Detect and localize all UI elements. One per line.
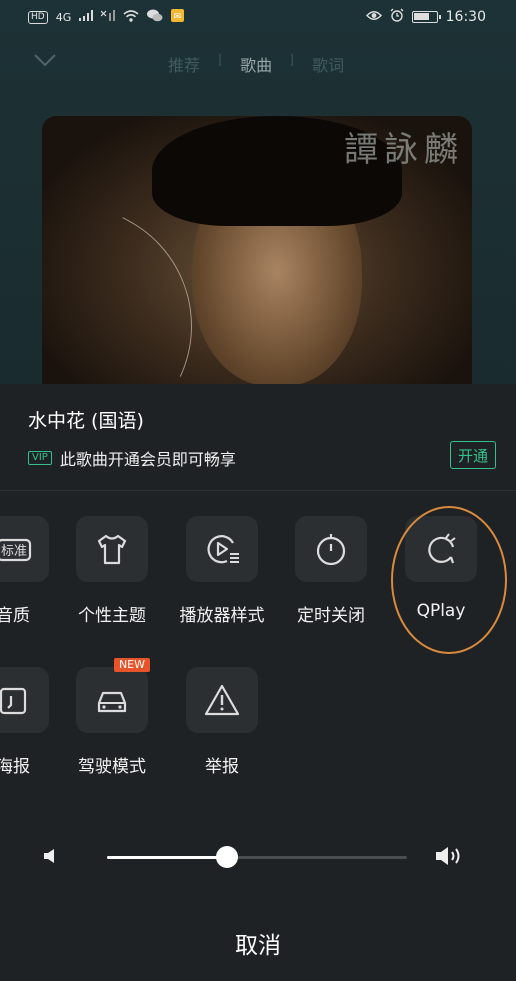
wechat-icon bbox=[147, 9, 163, 25]
car-icon: NEW bbox=[76, 658, 150, 733]
eye-icon bbox=[365, 9, 382, 25]
volume-control bbox=[0, 844, 516, 874]
clock-time: 16:30 bbox=[445, 9, 486, 25]
quality-icon: 标准 bbox=[0, 516, 49, 582]
option-poster[interactable]: 海报 bbox=[0, 667, 63, 777]
svg-text:标准: 标准 bbox=[1, 544, 27, 559]
player-background: HD 4G ✉ 16:30 推荐 | 歌曲 | 歌词 譚詠麟 bbox=[0, 0, 516, 396]
player-top-nav: 推荐 | 歌曲 | 歌词 bbox=[0, 44, 516, 84]
option-label: 定时关闭 bbox=[297, 606, 365, 626]
vip-message: 此歌曲开通会员即可畅享 bbox=[59, 450, 236, 469]
poster-icon bbox=[0, 667, 49, 733]
collapse-chevron-icon[interactable] bbox=[34, 52, 56, 74]
tab-separator: | bbox=[290, 52, 295, 66]
option-label: 驾驶模式 bbox=[78, 757, 146, 777]
tshirt-icon bbox=[76, 516, 148, 582]
new-badge: NEW bbox=[113, 658, 150, 672]
option-label: 个性主题 bbox=[78, 606, 146, 626]
option-label: 播放器样式 bbox=[179, 606, 265, 626]
option-label: 音质 bbox=[0, 606, 30, 626]
no-signal-icon bbox=[100, 10, 116, 24]
alarm-icon bbox=[390, 8, 404, 26]
player-tabs: 推荐 | 歌曲 | 歌词 bbox=[168, 52, 344, 76]
battery-icon bbox=[411, 11, 441, 23]
warning-icon bbox=[186, 667, 258, 733]
volume-high-icon bbox=[435, 846, 465, 870]
tab-separator: | bbox=[218, 52, 223, 66]
svg-text:✉: ✉ bbox=[174, 12, 182, 22]
option-sound-quality[interactable]: 标准 音质 bbox=[0, 516, 63, 626]
hd-icon: HD bbox=[28, 10, 48, 24]
option-theme[interactable]: 个性主题 bbox=[62, 516, 162, 626]
open-vip-button[interactable]: 开通 bbox=[450, 441, 496, 469]
song-title: 水中花 (国语) bbox=[28, 410, 144, 432]
volume-low-icon bbox=[42, 848, 58, 868]
notification-icon: ✉ bbox=[171, 9, 185, 25]
tab-song[interactable]: 歌曲 bbox=[240, 52, 272, 76]
divider bbox=[0, 490, 516, 491]
option-label: 海报 bbox=[0, 757, 30, 777]
album-cover: 譚詠麟 bbox=[42, 116, 472, 396]
vip-badge: VIP bbox=[28, 451, 52, 465]
qplay-highlight-annotation bbox=[391, 506, 507, 654]
vip-row: VIP 此歌曲开通会员即可畅享 bbox=[28, 446, 236, 470]
status-left-icons: HD 4G ✉ bbox=[28, 9, 185, 25]
option-driving-mode[interactable]: NEW 驾驶模式 bbox=[62, 658, 162, 777]
tab-lyrics[interactable]: 歌词 bbox=[312, 52, 344, 76]
volume-slider[interactable] bbox=[107, 846, 407, 868]
option-timer[interactable]: 定时关闭 bbox=[281, 516, 381, 626]
network-type-label: 4G bbox=[55, 10, 72, 24]
tab-recommend[interactable]: 推荐 bbox=[168, 52, 200, 76]
album-art-calligraphy: 譚詠麟 bbox=[344, 130, 464, 170]
cancel-button[interactable]: 取消 bbox=[0, 918, 516, 968]
option-report[interactable]: 举报 bbox=[172, 667, 272, 777]
wifi-icon bbox=[123, 9, 139, 25]
player-style-icon bbox=[186, 516, 258, 582]
option-player-style[interactable]: 播放器样式 bbox=[172, 516, 272, 626]
status-bar: HD 4G ✉ 16:30 bbox=[0, 0, 516, 34]
volume-fill bbox=[107, 856, 227, 859]
signal-icon bbox=[79, 10, 94, 24]
option-label: 举报 bbox=[205, 757, 239, 777]
more-options-sheet: 水中花 (国语) VIP 此歌曲开通会员即可畅享 开通 标准 音质 个性主题 播… bbox=[0, 384, 516, 981]
volume-knob[interactable] bbox=[216, 846, 238, 868]
status-right-icons: 16:30 bbox=[365, 8, 486, 26]
timer-icon bbox=[295, 516, 367, 582]
